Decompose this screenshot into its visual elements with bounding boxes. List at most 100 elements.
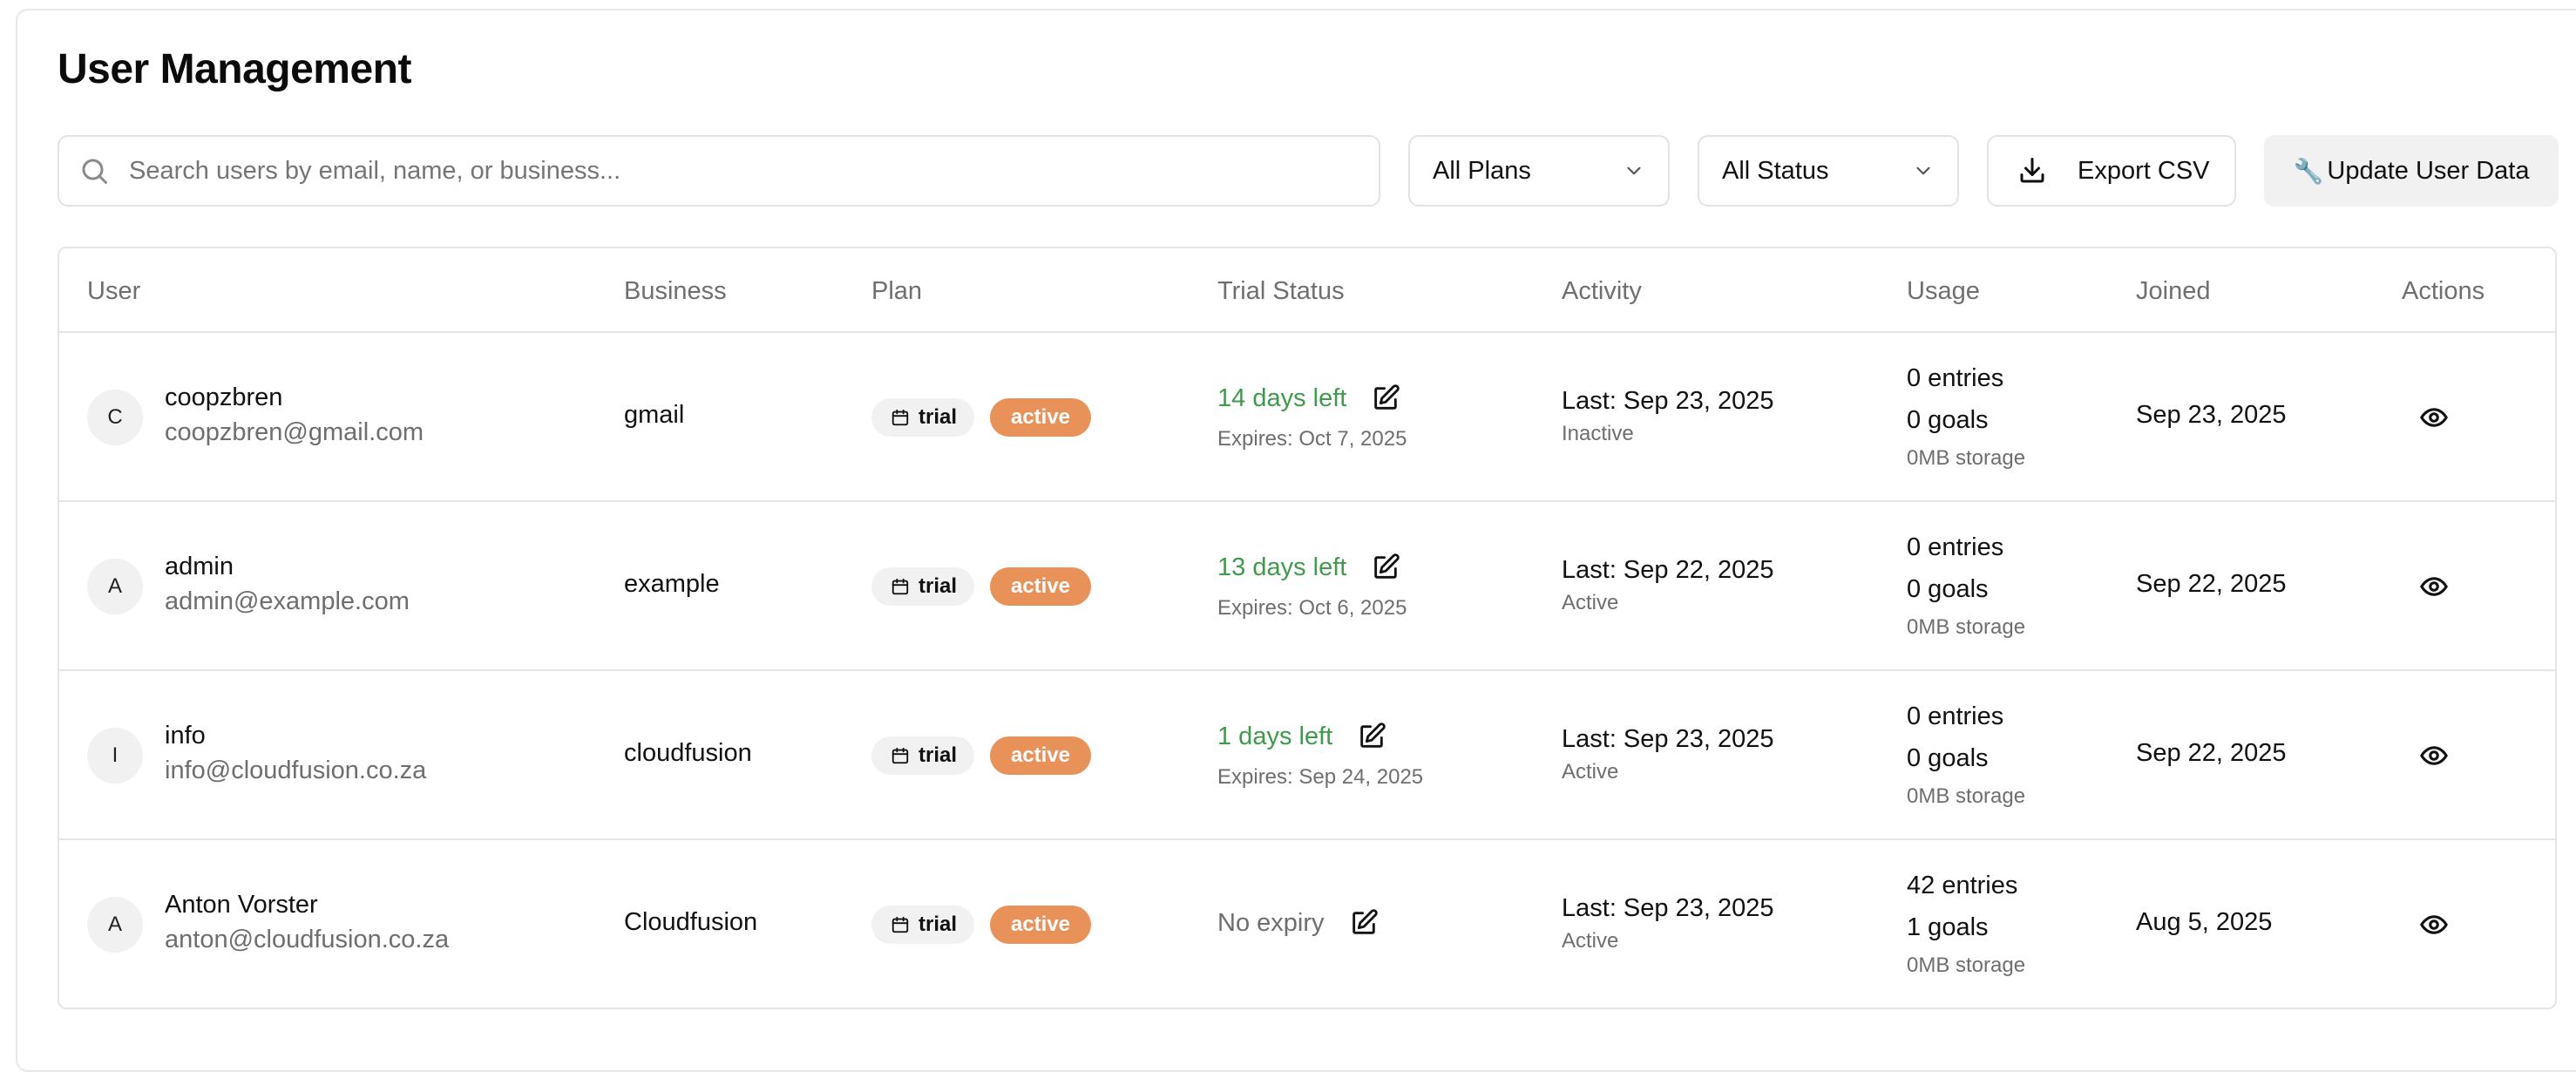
user-name: coopzbren [165, 383, 283, 411]
activity-last: Last: Sep 23, 2025 [1562, 894, 1774, 922]
business-name: cloudfusion [624, 739, 752, 767]
usage-storage: 0MB storage [1907, 446, 2026, 470]
header-plan: Plan [871, 277, 923, 305]
header-activity: Activity [1562, 277, 1642, 305]
trial-expires: Expires: Oct 6, 2025 [1217, 596, 1407, 620]
edit-icon[interactable] [1371, 383, 1400, 413]
trial-days-left: 13 days left [1217, 553, 1400, 582]
plan-label: trial [919, 405, 958, 429]
trial-days-left-text: No expiry [1217, 908, 1325, 937]
calendar-icon [891, 747, 909, 764]
status-badge: active [990, 398, 1091, 437]
joined-date: Sep 23, 2025 [2136, 401, 2287, 429]
plan-label: trial [919, 913, 958, 936]
export-csv-button[interactable]: Export CSV [1987, 135, 2236, 207]
page-title: User Management [58, 46, 411, 92]
activity-last: Last: Sep 22, 2025 [1562, 556, 1774, 584]
search-input[interactable] [129, 137, 1379, 205]
avatar: A [87, 897, 143, 953]
joined-date: Aug 5, 2025 [2136, 908, 2273, 936]
usage-goals: 0 goals [1907, 575, 1989, 603]
user-name: admin [165, 553, 234, 580]
header-usage: Usage [1907, 277, 1980, 305]
joined-date: Sep 22, 2025 [2136, 570, 2287, 598]
usage-entries: 0 entries [1907, 364, 2004, 392]
trial-days-left-text: 13 days left [1217, 553, 1347, 581]
trial-days-left-text: 14 days left [1217, 383, 1347, 412]
header-business: Business [624, 277, 727, 305]
plans-filter-select[interactable]: All Plans [1408, 135, 1670, 207]
activity-state: Active [1562, 929, 1619, 953]
activity-last: Last: Sep 23, 2025 [1562, 725, 1774, 753]
eye-icon [2420, 746, 2448, 765]
plans-select-value: All Plans [1433, 156, 1531, 185]
view-user-button[interactable] [2417, 739, 2451, 772]
trial-expires: Expires: Sep 24, 2025 [1217, 765, 1424, 789]
user-name: Anton Vorster [165, 891, 318, 919]
header-trial-status: Trial Status [1217, 277, 1345, 305]
avatar: A [87, 559, 143, 614]
export-csv-label: Export CSV [2078, 156, 2210, 185]
eye-icon [2420, 577, 2448, 596]
chevron-down-icon [1916, 166, 1930, 175]
download-icon [2020, 158, 2044, 183]
business-name: example [624, 570, 720, 598]
user-email: coopzbren@gmail.com [165, 418, 424, 446]
edit-icon[interactable] [1357, 722, 1386, 751]
plan-label: trial [919, 743, 958, 767]
usage-goals: 1 goals [1907, 913, 1989, 941]
avatar: C [87, 390, 143, 445]
usage-goals: 0 goals [1907, 406, 1989, 434]
activity-state: Active [1562, 760, 1619, 784]
business-name: Cloudfusion [624, 908, 758, 936]
trial-days-left-text: 1 days left [1217, 722, 1333, 750]
header-actions: Actions [2402, 277, 2485, 305]
joined-date: Sep 22, 2025 [2136, 739, 2287, 767]
update-user-data-button[interactable]: 🔧 Update User Data [2264, 135, 2559, 207]
table-row: A Anton Vorster anton@cloudfusion.co.za … [59, 840, 2555, 1008]
plan-badge: trial [871, 567, 975, 606]
plan-badge: trial [871, 736, 975, 775]
update-user-data-label: Update User Data [2327, 156, 2530, 185]
table-row: C coopzbren coopzbren@gmail.com gmail tr… [59, 333, 2555, 502]
eye-icon [2420, 915, 2448, 934]
calendar-icon [891, 578, 909, 595]
status-badge: active [990, 567, 1091, 606]
usage-storage: 0MB storage [1907, 615, 2026, 639]
activity-state: Inactive [1562, 422, 1634, 445]
view-user-button[interactable] [2417, 908, 2451, 941]
trial-expires: Expires: Oct 7, 2025 [1217, 427, 1407, 451]
trial-no-expiry: No expiry [1217, 908, 1379, 938]
eye-icon [2420, 408, 2448, 427]
usage-entries: 0 entries [1907, 533, 2004, 561]
usage-storage: 0MB storage [1907, 953, 2026, 977]
business-name: gmail [624, 401, 685, 429]
calendar-icon [891, 916, 909, 933]
status-badge: active [990, 906, 1091, 944]
user-email: anton@cloudfusion.co.za [165, 926, 450, 953]
trial-days-left: 14 days left [1217, 383, 1400, 413]
edit-icon[interactable] [1371, 553, 1400, 582]
header-user: User [87, 277, 141, 305]
chevron-down-icon [1627, 166, 1641, 175]
table-header: User Business Plan Trial Status Activity… [59, 248, 2555, 333]
user-email: info@cloudfusion.co.za [165, 757, 427, 784]
view-user-button[interactable] [2417, 401, 2451, 434]
activity-state: Active [1562, 591, 1619, 614]
status-select-value: All Status [1722, 156, 1829, 185]
wrench-icon: 🔧 [2293, 157, 2324, 185]
trial-days-left: 1 days left [1217, 722, 1386, 751]
table-row: I info info@cloudfusion.co.za cloudfusio… [59, 671, 2555, 840]
plan-label: trial [919, 574, 958, 598]
user-email: admin@example.com [165, 587, 410, 615]
view-user-button[interactable] [2417, 570, 2451, 603]
edit-icon[interactable] [1349, 908, 1379, 938]
activity-last: Last: Sep 23, 2025 [1562, 387, 1774, 415]
calendar-icon [891, 409, 909, 426]
header-joined: Joined [2136, 277, 2211, 305]
usage-entries: 42 entries [1907, 872, 2018, 899]
avatar: I [87, 728, 143, 784]
status-filter-select[interactable]: All Status [1698, 135, 1959, 207]
search-box[interactable] [58, 135, 1380, 207]
usage-entries: 0 entries [1907, 702, 2004, 730]
